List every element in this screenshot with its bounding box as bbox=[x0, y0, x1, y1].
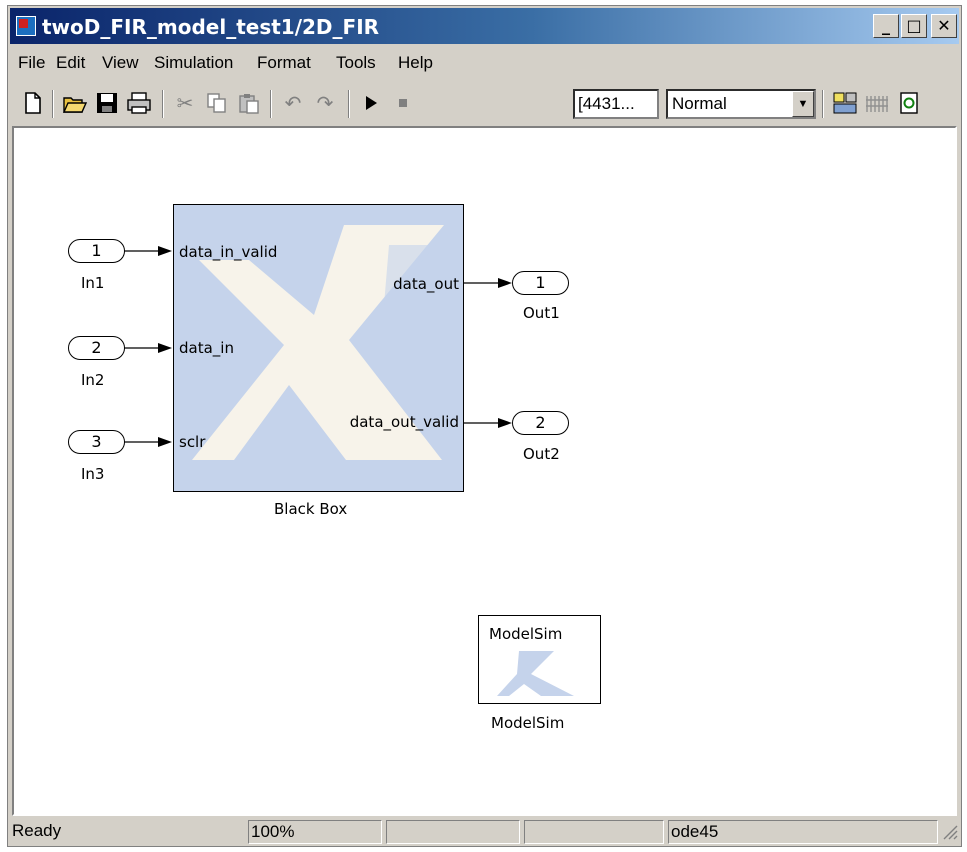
menu-edit[interactable]: Edit bbox=[56, 53, 85, 73]
inport-1[interactable]: 1 bbox=[68, 239, 125, 263]
toolbar-separator bbox=[822, 90, 824, 118]
menu-view[interactable]: View bbox=[102, 53, 139, 73]
paste-icon[interactable] bbox=[236, 90, 262, 116]
library-browser-icon[interactable] bbox=[864, 90, 890, 116]
redo-icon[interactable]: ↷ bbox=[312, 90, 338, 116]
menu-format[interactable]: Format bbox=[257, 53, 311, 73]
inport-2[interactable]: 2 bbox=[68, 336, 125, 360]
inport-2-label: In2 bbox=[81, 371, 105, 389]
menu-simulation[interactable]: Simulation bbox=[154, 53, 233, 73]
print-icon[interactable] bbox=[126, 90, 152, 116]
new-model-icon[interactable] bbox=[20, 90, 46, 116]
window-title: twoD_FIR_model_test1/2D_FIR bbox=[42, 15, 380, 39]
outport-2[interactable]: 2 bbox=[512, 411, 569, 435]
start-simulation-icon[interactable] bbox=[358, 90, 384, 116]
simulink-app-icon[interactable] bbox=[16, 16, 36, 36]
modelsim-block[interactable]: ModelSim bbox=[478, 615, 601, 704]
zoom-level: 100% bbox=[248, 820, 382, 844]
port-label-sclr: sclr bbox=[179, 433, 206, 451]
stop-simulation-icon[interactable] bbox=[390, 90, 416, 116]
menu-bar: File Edit View Simulation Format Tools H… bbox=[10, 46, 959, 78]
build-icon[interactable] bbox=[832, 90, 858, 116]
outport-1-label: Out1 bbox=[523, 304, 560, 322]
inport-1-label: In1 bbox=[81, 274, 105, 292]
outport-2-label: Out2 bbox=[523, 445, 560, 463]
modelsim-block-label: ModelSim bbox=[491, 714, 565, 732]
close-button[interactable]: ✕ bbox=[931, 14, 957, 38]
toolbar-separator bbox=[162, 90, 164, 118]
simulink-window: twoD_FIR_model_test1/2D_FIR _ □ ✕ File E… bbox=[7, 5, 962, 847]
open-icon[interactable] bbox=[62, 90, 88, 116]
black-box-label: Black Box bbox=[274, 500, 348, 518]
save-icon[interactable] bbox=[94, 90, 120, 116]
toolbar-separator bbox=[270, 90, 272, 118]
solver-name: ode45 bbox=[668, 820, 938, 844]
toolbar: ✂ ↶ ↷ [4431... Normal ▼ bbox=[10, 82, 959, 126]
copy-icon[interactable] bbox=[204, 90, 230, 116]
port-label-data-in-valid: data_in_valid bbox=[179, 243, 278, 261]
outport-1[interactable]: 1 bbox=[512, 271, 569, 295]
port-label-data-in: data_in bbox=[179, 339, 234, 357]
simulation-mode-select[interactable]: Normal ▼ bbox=[666, 89, 816, 119]
chevron-down-icon[interactable]: ▼ bbox=[792, 91, 814, 117]
model-canvas[interactable]: 1 In1 2 In2 3 In3 data_in_valid data_in … bbox=[12, 126, 957, 816]
status-bar: Ready 100% ode45 bbox=[10, 818, 959, 844]
signal-lines bbox=[124, 246, 512, 447]
inport-3[interactable]: 3 bbox=[68, 430, 125, 454]
menu-file[interactable]: File bbox=[18, 53, 45, 73]
menu-help[interactable]: Help bbox=[398, 53, 433, 73]
status-field-4 bbox=[524, 820, 664, 844]
port-label-data-out: data_out bbox=[393, 275, 459, 293]
port-label-data-out-valid: data_out_valid bbox=[349, 413, 459, 431]
maximize-button[interactable]: □ bbox=[901, 14, 927, 38]
minimize-button[interactable]: _ bbox=[873, 14, 899, 38]
toolbar-separator bbox=[348, 90, 350, 118]
undo-icon[interactable]: ↶ bbox=[280, 90, 306, 116]
refresh-icon[interactable] bbox=[896, 90, 922, 116]
inport-3-label: In3 bbox=[81, 465, 105, 483]
stop-time-field[interactable]: [4431... bbox=[573, 89, 659, 119]
menu-tools[interactable]: Tools bbox=[336, 53, 376, 73]
modelsim-inner-label: ModelSim bbox=[489, 625, 563, 643]
resize-grip-icon[interactable] bbox=[940, 822, 958, 842]
title-bar[interactable]: twoD_FIR_model_test1/2D_FIR _ □ ✕ bbox=[10, 8, 959, 44]
status-text: Ready bbox=[12, 821, 62, 840]
black-box-block[interactable]: data_in_valid data_in sclr data_out data… bbox=[173, 204, 464, 492]
simulation-mode-value: Normal bbox=[672, 94, 727, 113]
toolbar-separator bbox=[52, 90, 54, 118]
cut-icon[interactable]: ✂ bbox=[172, 90, 198, 116]
status-field-3 bbox=[386, 820, 520, 844]
